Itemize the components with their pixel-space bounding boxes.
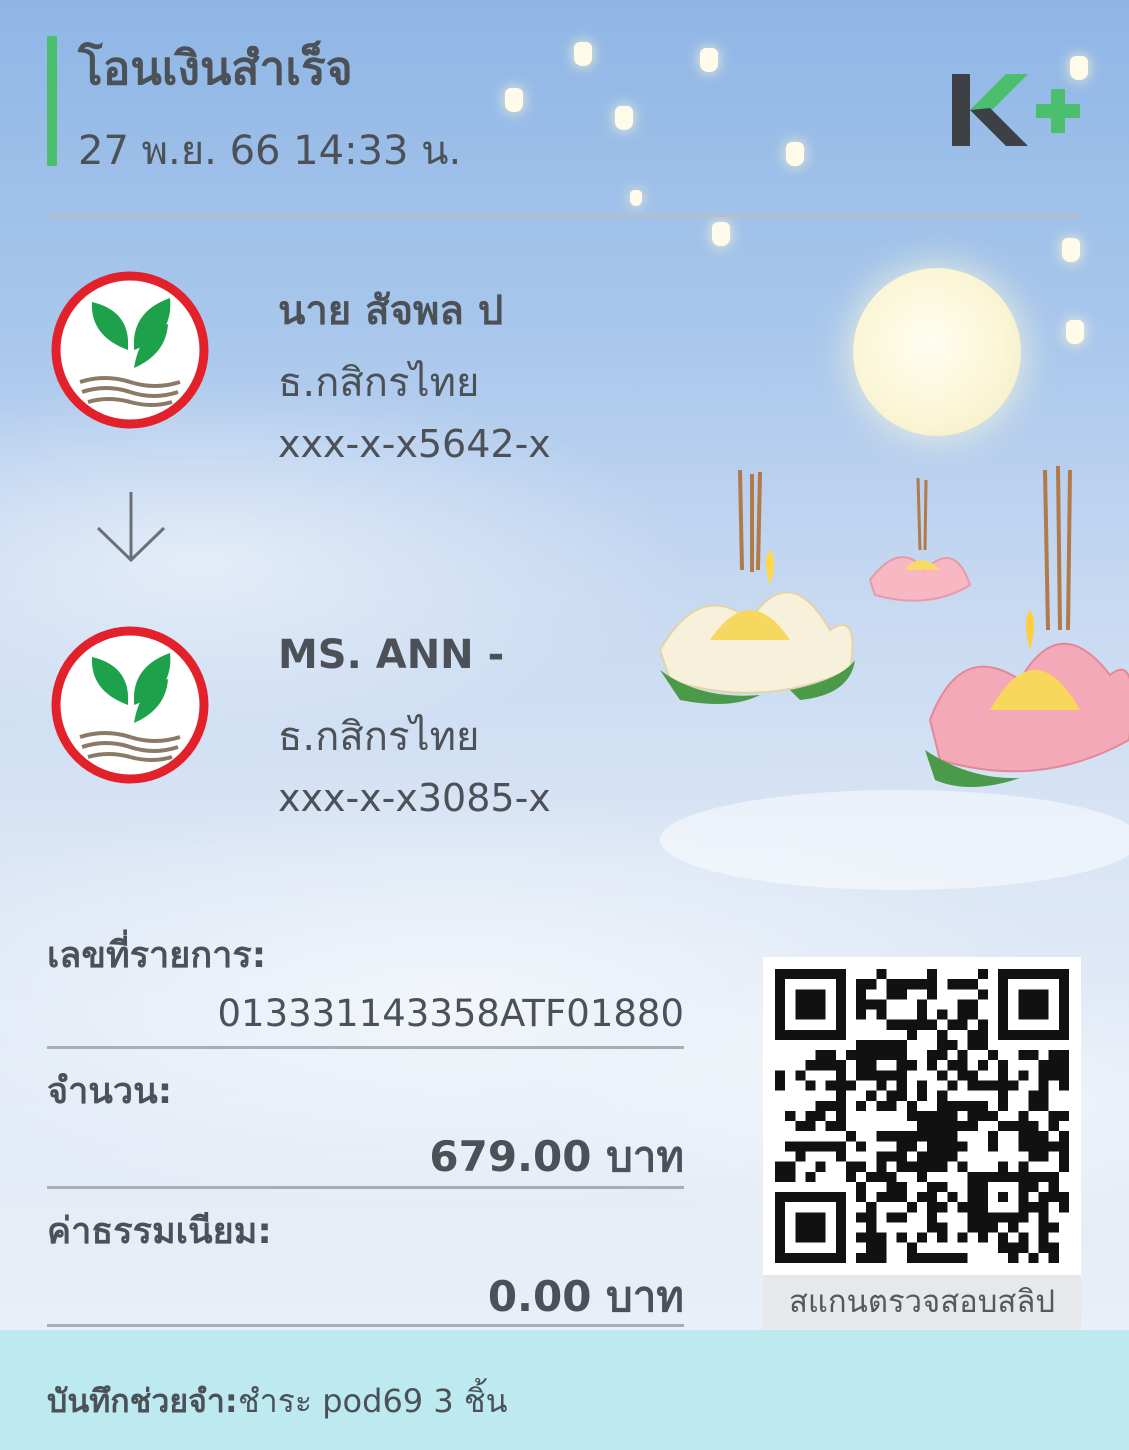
header-divider	[47, 214, 1081, 217]
memo-label: บันทึกช่วยจำ:	[47, 1382, 238, 1420]
fee-label: ค่าธรรมเนียม:	[47, 1211, 272, 1252]
kasikorn-bank-icon	[51, 271, 209, 429]
lantern-icon	[786, 142, 804, 166]
qr-code[interactable]	[775, 969, 1069, 1263]
memo-value: ชำระ pod69 3 ชิ้น	[238, 1382, 508, 1420]
krathong-illustration	[658, 465, 1129, 890]
lantern-icon	[1062, 238, 1080, 262]
receiver-bank: ธ.กสิกรไทย	[278, 714, 480, 760]
header-accent-bar	[47, 36, 57, 166]
lantern-icon	[505, 88, 523, 112]
reference-label: เลขที่รายการ:	[47, 935, 267, 976]
sender-name: นาย สัจพล ป	[278, 288, 504, 334]
lantern-icon	[700, 48, 718, 72]
sender-bank: ธ.กสิกรไทย	[278, 360, 480, 406]
transaction-datetime: 27 พ.ย. 66 14:33 น.	[78, 128, 462, 174]
moon-illustration	[853, 268, 1021, 436]
lantern-icon	[615, 106, 633, 130]
amount-value: 679.00 บาท	[429, 1132, 684, 1181]
fee-value: 0.00 บาท	[487, 1272, 684, 1321]
receiver-name: MS. ANN -	[278, 632, 505, 678]
qr-verification-card[interactable]: สแกนตรวจสอบสลิป	[763, 957, 1081, 1329]
kasikorn-bank-icon	[51, 626, 209, 784]
lantern-icon	[712, 222, 730, 246]
qr-caption: สแกนตรวจสอบสลิป	[763, 1275, 1081, 1329]
amount-label: จำนวน:	[47, 1071, 173, 1112]
arrow-down-icon	[96, 492, 166, 563]
detail-divider	[47, 1324, 684, 1327]
reference-value: 013331143358ATF01880	[217, 992, 684, 1035]
sender-account: xxx-x-x5642-x	[278, 422, 551, 466]
detail-divider	[47, 1046, 684, 1049]
kplus-logo	[952, 74, 1080, 146]
lantern-icon	[630, 190, 642, 206]
page-title: โอนเงินสำเร็จ	[78, 41, 353, 95]
lantern-icon	[574, 42, 592, 66]
lantern-icon	[1066, 320, 1084, 344]
receiver-account: xxx-x-x3085-x	[278, 776, 551, 820]
detail-divider	[47, 1186, 684, 1189]
